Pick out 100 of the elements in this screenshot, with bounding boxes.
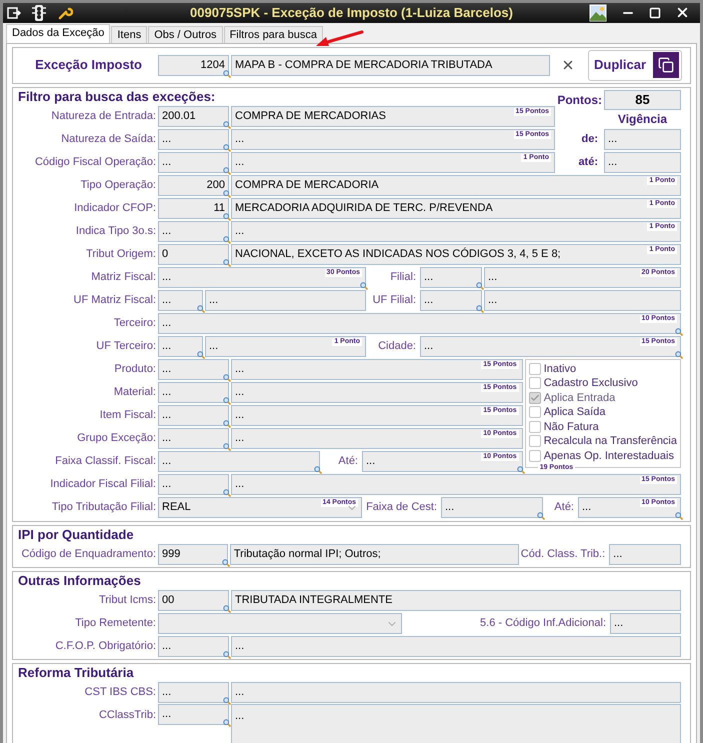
checkbox[interactable] [528, 420, 541, 433]
text-field[interactable]: ... [604, 128, 681, 150]
duplicate-button[interactable]: Duplicar [588, 50, 682, 80]
text-field[interactable]: 1204 [158, 54, 229, 76]
tab[interactable]: Filtros para busca [224, 26, 323, 42]
lookup-icon[interactable] [476, 282, 484, 290]
lookup-icon[interactable] [675, 328, 683, 336]
checkbox[interactable] [528, 450, 541, 462]
lookup-icon[interactable] [223, 442, 231, 450]
field-label: Natureza de Saída: [60, 132, 156, 147]
checkbox-label: Cadastro Exclusivo [544, 376, 638, 391]
text-field[interactable]: ... [158, 152, 229, 172]
text-field[interactable]: ... [158, 382, 229, 402]
lookup-icon[interactable] [223, 488, 231, 496]
text-field[interactable]: ... [158, 682, 229, 702]
memo-field[interactable]: ... [231, 704, 681, 743]
maximize-icon[interactable] [649, 6, 661, 19]
lookup-icon[interactable] [197, 350, 205, 358]
text-field[interactable]: ... [158, 128, 229, 150]
tab[interactable]: Itens [111, 26, 148, 42]
tab[interactable]: Dados da Exceção [6, 24, 110, 42]
text-field[interactable]: ... [158, 336, 203, 356]
lookup-icon[interactable] [223, 696, 231, 704]
text-field[interactable]: ... [158, 450, 320, 472]
lookup-icon[interactable] [223, 604, 231, 612]
text-field[interactable]: 200.01 [158, 106, 229, 126]
lookup-icon[interactable] [675, 350, 683, 358]
lookup-icon[interactable] [314, 466, 322, 474]
text-field[interactable]: ... [158, 428, 229, 448]
field-label: CClassTrib: [98, 708, 156, 722]
field-label: Tribut Icms: [98, 592, 156, 608]
lookup-icon[interactable] [223, 190, 231, 198]
lookup-icon[interactable] [223, 212, 231, 220]
field-label: Até: [553, 500, 575, 515]
text-field[interactable]: ... [609, 544, 681, 564]
text-field[interactable]: 0 [158, 244, 229, 264]
field-label: Indicador CFOP: [73, 200, 156, 216]
lookup-icon[interactable] [223, 144, 231, 152]
checkbox[interactable] [528, 435, 541, 448]
lookup-icon[interactable] [223, 420, 231, 428]
checkbox[interactable] [528, 362, 541, 375]
text-field[interactable]: 00 [158, 590, 229, 610]
text-field[interactable]: ... [158, 220, 229, 242]
lookup-icon[interactable] [223, 258, 231, 266]
lookup-icon[interactable] [223, 374, 231, 382]
field-label: Grupo Exceção: [76, 430, 156, 446]
description-field: ... [231, 636, 681, 656]
checkbox-label: Apenas Op. Interestaduais [544, 448, 674, 464]
section-title: IPI por Quantidade [17, 526, 135, 542]
checkbox-label: Inativo [544, 362, 576, 376]
select-field[interactable] [158, 612, 402, 634]
lookup-icon[interactable] [476, 304, 484, 312]
lookup-icon[interactable] [223, 650, 231, 658]
text-field[interactable]: ... [158, 404, 229, 426]
text-field[interactable]: 200 [158, 174, 229, 196]
lookup-icon[interactable] [537, 512, 545, 520]
text-field[interactable]: ... [441, 496, 543, 518]
window-menu-icon[interactable] [7, 6, 21, 20]
section-title: Reforma Tributária [17, 664, 135, 680]
text-field[interactable]: ... [610, 612, 681, 634]
tab[interactable]: Obs / Outros [148, 26, 223, 42]
record-label: Exceção Imposto [34, 56, 143, 74]
text-field[interactable]: ... [420, 266, 482, 288]
text-field[interactable]: 999 [158, 544, 228, 564]
lookup-icon[interactable] [223, 120, 231, 128]
field-label: Cód. Class. Trib.: [520, 546, 606, 562]
text-field[interactable]: ... [158, 474, 229, 494]
text-field[interactable]: ... [420, 290, 482, 310]
lookup-icon[interactable] [675, 512, 683, 520]
text-field[interactable]: ... [158, 704, 229, 724]
text-field[interactable]: ... [158, 358, 229, 380]
text-field[interactable]: ... [604, 152, 681, 172]
lookup-icon[interactable] [223, 166, 231, 174]
section-title: Outras Informações [17, 572, 142, 588]
field-label: Natureza de Entrada: [50, 108, 156, 124]
description-field: ... [484, 290, 681, 310]
field-label: Faixa Classif. Fiscal: [54, 454, 156, 469]
lookup-icon[interactable] [223, 396, 231, 404]
text-field[interactable]: ... [158, 290, 203, 310]
checkbox[interactable] [528, 377, 541, 390]
text-field[interactable]: 11 [158, 198, 229, 218]
field-label: CST IBS CBS: [84, 684, 156, 700]
lookup-icon[interactable] [223, 718, 231, 726]
field-label: até: [578, 154, 598, 170]
check-icon [530, 392, 540, 403]
description-field: ... [231, 682, 681, 702]
field-label: Código Fiscal Operação: [34, 154, 156, 170]
section-title: Filtro para busca das exceções: [17, 88, 216, 104]
field-label: UF Terceiro: [95, 338, 156, 354]
field-label: Material: [112, 384, 156, 400]
text-field[interactable]: ... [158, 636, 229, 656]
lookup-icon[interactable] [516, 466, 525, 474]
landscape-icon[interactable] [589, 4, 607, 22]
checkbox[interactable] [528, 406, 541, 418]
lookup-icon[interactable] [360, 282, 368, 290]
lookup-icon[interactable] [223, 236, 231, 244]
lookup-icon[interactable] [222, 558, 230, 566]
traffic-light-icon[interactable] [31, 4, 47, 22]
lookup-icon[interactable] [197, 304, 205, 312]
lookup-icon[interactable] [223, 70, 231, 78]
